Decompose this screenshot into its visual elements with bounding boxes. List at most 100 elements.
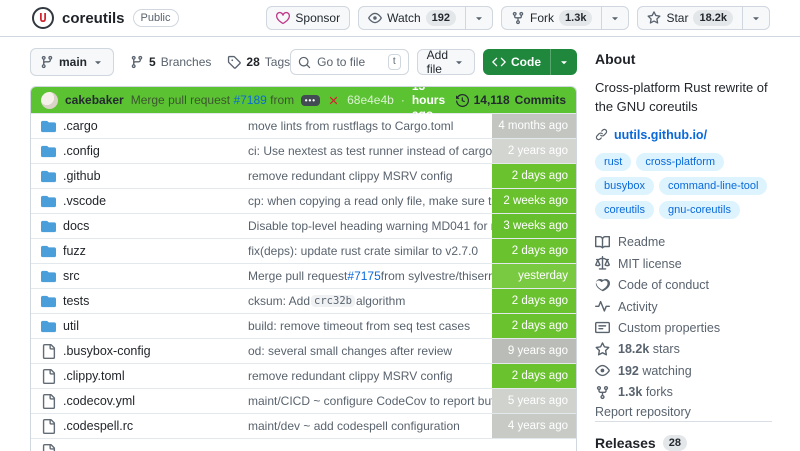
file-name-link[interactable]: src: [63, 269, 80, 283]
file-name-link[interactable]: .codespell.rc: [63, 419, 133, 433]
commit-history-link[interactable]: 14,118 Commits: [455, 93, 566, 107]
releases-heading: Releases 28: [595, 434, 772, 451]
sponsor-button[interactable]: Sponsor: [266, 6, 351, 30]
fork-dropdown[interactable]: [601, 7, 628, 29]
commits-label: Commits: [514, 93, 566, 107]
file-name-link[interactable]: .config: [63, 144, 100, 158]
website-link[interactable]: uutils.github.io/: [595, 128, 772, 142]
website-url: uutils.github.io/: [614, 127, 708, 142]
topic-pill[interactable]: rust: [595, 152, 632, 171]
commit-age-cell[interactable]: 4 months ago: [492, 114, 576, 138]
link-icon: [595, 128, 608, 141]
file-name-link[interactable]: tests: [63, 294, 89, 308]
branch-selector[interactable]: main: [30, 48, 115, 76]
star-icon: [595, 341, 610, 357]
book-icon: [595, 235, 610, 250]
sponsor-label: Sponsor: [295, 11, 341, 25]
sidebar-meta-watching[interactable]: 192 watching: [595, 360, 772, 381]
file-icon: [41, 443, 56, 451]
commit-age-cell[interactable]: 3 weeks ago: [492, 214, 576, 238]
commit-age-cell[interactable]: 4 years ago: [492, 414, 576, 438]
commit-message-text: remove redundant clippy MSRV config: [248, 169, 453, 183]
pull-request-link[interactable]: #7175: [347, 269, 380, 283]
commit-age-cell[interactable]: 9 years ago: [492, 339, 576, 363]
go-to-file-placeholder: Go to file: [317, 55, 366, 69]
repo-avatar[interactable]: U: [32, 7, 54, 29]
chevron-down-icon: [453, 56, 465, 68]
table-row: .github remove redundant clippy MSRV conf…: [31, 163, 576, 188]
file-name-link[interactable]: docs: [63, 219, 89, 233]
repo-name-link[interactable]: coreutils: [62, 10, 125, 27]
sidebar-meta-stars[interactable]: 18.2k stars: [595, 339, 772, 360]
sidebar-meta-readme[interactable]: Readme: [595, 232, 772, 253]
commit-sha[interactable]: 68e4e4b: [347, 93, 394, 107]
go-to-file-input[interactable]: Go to file t: [290, 49, 409, 75]
commit-message-cell: Disable top-level heading warning MD041 …: [236, 214, 492, 238]
commit-age-cell[interactable]: 2 days ago: [492, 164, 576, 188]
topic-pill[interactable]: command-line-tool: [658, 176, 768, 195]
current-branch-label: main: [59, 55, 88, 69]
commit-message-cell: [236, 439, 492, 451]
file-name-link[interactable]: .busybox-config: [63, 344, 151, 358]
sidebar-meta-custom-properties[interactable]: Custom properties: [595, 317, 772, 338]
commit-age-cell[interactable]: yesterday: [492, 264, 576, 288]
ellipsis-icon[interactable]: •••: [300, 94, 321, 106]
commit-age-cell[interactable]: 2 days ago: [492, 289, 576, 313]
commit-author-avatar[interactable]: [41, 91, 58, 109]
file-icon: [41, 343, 56, 359]
code-dropdown[interactable]: [550, 49, 577, 75]
repo-title: U coreutils Public: [32, 7, 179, 29]
file-name-link[interactable]: .vscode: [63, 194, 106, 208]
file-name-link[interactable]: .github: [63, 169, 101, 183]
file-name-link[interactable]: util: [63, 319, 79, 333]
commit-age-cell[interactable]: 2 days ago: [492, 364, 576, 388]
watch-button[interactable]: Watch 192: [359, 7, 465, 29]
topic-pill[interactable]: busybox: [595, 176, 654, 195]
add-file-button[interactable]: Add file: [416, 48, 475, 76]
report-repository-link[interactable]: Report repository: [595, 405, 691, 419]
fork-button[interactable]: Fork 1.3k: [502, 7, 601, 29]
sidebar-meta-activity[interactable]: Activity: [595, 296, 772, 317]
topics-list: rust cross-platform busybox command-line-to…: [595, 152, 772, 219]
file-name-cell: util: [31, 314, 236, 338]
commit-message-cell: maint/dev ~ add codespell configuration: [236, 414, 492, 438]
sidebar-meta-code-of-conduct[interactable]: Code of conduct: [595, 274, 772, 295]
commit-message-text: ci: Use nextest as test runner instead o…: [248, 144, 492, 158]
commit-age-cell[interactable]: 2 days ago: [492, 239, 576, 263]
commit-message-cell: od: several small changes after review: [236, 339, 492, 363]
star-dropdown[interactable]: [742, 7, 769, 29]
table-row: .codespell.rc maint/dev ~ add codespell c…: [31, 413, 576, 438]
file-name-link[interactable]: fuzz: [63, 244, 86, 258]
watch-dropdown[interactable]: [465, 7, 492, 29]
file-name-link[interactable]: .cargo: [63, 119, 98, 133]
latest-commit-bar: cakebaker Merge pull request #7189 from …: [31, 87, 576, 121]
tags-label: Tags: [264, 55, 291, 69]
file-name-cell: .clippy.toml: [31, 364, 236, 388]
commit-message-cell: remove redundant clippy MSRV config: [236, 164, 492, 188]
tags-link[interactable]: 28 Tags: [227, 55, 290, 69]
topic-pill[interactable]: coreutils: [595, 200, 654, 219]
sidebar-meta-forks[interactable]: 1.3k forks: [595, 381, 772, 402]
commit-age-cell[interactable]: 5 years ago: [492, 389, 576, 413]
code-button[interactable]: Code: [483, 49, 550, 75]
heart-icon: [276, 11, 291, 25]
file-name-link[interactable]: .codecov.yml: [63, 394, 135, 408]
x-icon[interactable]: [327, 94, 340, 107]
table-row: tests cksum: Add crc32b algorithm 2 days a…: [31, 288, 576, 313]
commit-age-cell[interactable]: 2 weeks ago: [492, 189, 576, 213]
file-name-link[interactable]: .clippy.toml: [63, 369, 125, 383]
commit-message-text: maint/dev ~ add codespell configuration: [248, 419, 460, 433]
branches-link[interactable]: 5 Branches: [130, 55, 211, 69]
commit-message-text: cksum: Add: [248, 294, 311, 308]
topic-pill[interactable]: gnu-coreutils: [658, 200, 740, 219]
file-icon: [41, 368, 56, 384]
table-row: .clippy.toml remove redundant clippy MSRV…: [31, 363, 576, 388]
star-button[interactable]: Star 18.2k: [638, 7, 742, 29]
commit-age-cell[interactable]: 2 days ago: [492, 314, 576, 338]
commit-age-cell[interactable]: 2 years ago: [492, 139, 576, 163]
commit-author[interactable]: cakebaker: [65, 93, 124, 107]
topic-pill[interactable]: cross-platform: [636, 152, 725, 171]
sidebar-meta-mit-license[interactable]: MIT license: [595, 253, 772, 274]
pull-request-link[interactable]: #7189: [233, 93, 266, 107]
add-file-label: Add file: [426, 48, 448, 76]
